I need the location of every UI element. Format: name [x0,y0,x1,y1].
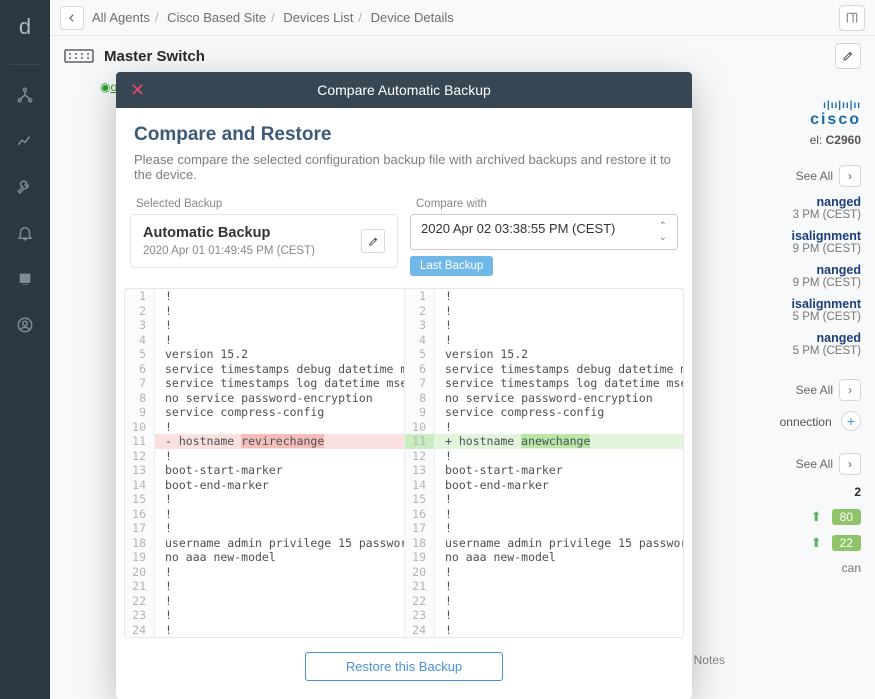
diff-pane-right: 1!2!3!4!5version 15.26service timestamps… [404,289,683,637]
select-chevron-icon: ⌃⌄ [659,221,667,243]
chevron-right-icon[interactable]: › [839,453,861,475]
sidebar-tools-icon[interactable] [5,167,45,207]
breadcrumb: All Agents/ Cisco Based Site/ Devices Li… [92,10,454,25]
compare-backup-modal: ✕ Compare Automatic Backup Compare and R… [116,72,692,699]
see-all-link[interactable]: See All [796,457,833,471]
chevron-right-icon[interactable]: › [839,379,861,401]
close-modal-button[interactable]: ✕ [130,80,145,101]
status-indicator: ◉ [100,80,110,94]
sidebar: d [0,0,50,699]
diff-pane-left: 1!2!3!4!5version 15.26service timestamps… [125,289,404,637]
notes-label: Notes [694,653,725,667]
device-header: Master Switch [50,36,875,76]
selected-backup-box: Automatic Backup 2020 Apr 01 01:49:45 PM… [130,214,398,268]
sidebar-topology-icon[interactable] [5,75,45,115]
help-button[interactable] [839,5,865,31]
switch-icon [64,46,94,66]
modal-title: Compare Automatic Backup [317,82,491,98]
up-arrow-icon: ⬆ [811,535,822,550]
diff-viewer: 1!2!3!4!5version 15.26service timestamps… [124,288,684,638]
breadcrumb-item: Device Details [371,10,454,25]
see-all-link[interactable]: See All [796,383,833,397]
add-connection-button[interactable]: + [841,411,861,431]
see-all-link[interactable]: See All [796,169,833,183]
sidebar-reports-icon[interactable] [5,259,45,299]
device-title: Master Switch [104,48,205,65]
chevron-right-icon[interactable]: › [839,165,861,187]
sidebar-alerts-icon[interactable] [5,213,45,253]
modal-subtitle: Please compare the selected configuratio… [134,152,674,182]
right-panel: ı|ıı|ıı|ıı cisco el: C2960 See All › nan… [671,100,861,575]
edit-device-button[interactable] [835,43,861,69]
breadcrumb-item[interactable]: Devices List [283,10,353,25]
breadcrumb-item[interactable]: Cisco Based Site [167,10,266,25]
app-logo: d [10,12,40,42]
restore-backup-button[interactable]: Restore this Backup [305,652,503,681]
topbar: All Agents/ Cisco Based Site/ Devices Li… [50,0,875,36]
selected-backup-label: Selected Backup [130,192,398,214]
compare-with-label: Compare with [410,192,678,214]
vendor-logo: ı|ıı|ıı|ıı cisco [671,100,861,129]
sidebar-analytics-icon[interactable] [5,121,45,161]
back-button[interactable] [60,6,84,30]
compare-with-select[interactable]: 2020 Apr 02 03:38:55 PM (CEST) ⌃⌄ [410,214,678,250]
modal-heading: Compare and Restore [134,124,674,146]
edit-selected-backup-button[interactable] [361,229,385,253]
sidebar-user-icon[interactable] [5,305,45,345]
breadcrumb-item[interactable]: All Agents [92,10,150,25]
last-backup-button[interactable]: Last Backup [410,256,493,276]
up-arrow-icon: ⬆ [811,509,822,524]
